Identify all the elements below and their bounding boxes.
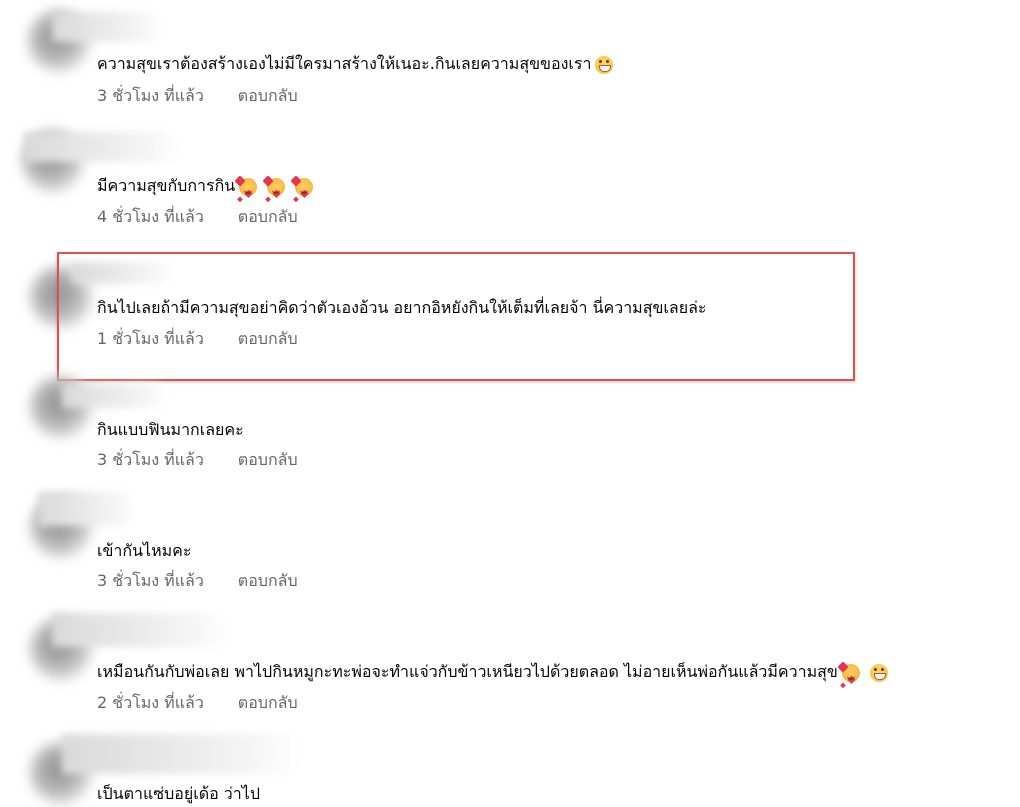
comment-meta: 3 ชั่วโมง ที่แล้ว ตอบกลับ (97, 448, 298, 473)
comment-body: เข้ากันไหมคะ (97, 541, 192, 560)
smiling-face-with-hearts-icon (841, 663, 860, 682)
comment-text: กินแบบฟินมากเลยคะ (97, 418, 244, 443)
reply-button[interactable]: ตอบกลับ (238, 205, 298, 230)
author-name-redacted (38, 492, 136, 526)
author-name-redacted (72, 262, 172, 284)
comment-text: เป็นตาแซ่บอยู่เด้อ ว่าไป (97, 782, 260, 807)
author-name-redacted (62, 384, 167, 408)
author-name-redacted (24, 132, 179, 162)
comment-meta: 2 ชั่วโมง ที่แล้ว ตอบกลับ (97, 691, 298, 716)
author-name-redacted (62, 734, 300, 774)
reply-button[interactable]: ตอบกลับ (238, 448, 298, 473)
comment-body: เป็นตาแซ่บอยู่เด้อ ว่าไป (97, 784, 260, 803)
comment-timestamp[interactable]: 3 ชั่วโมง ที่แล้ว (97, 448, 204, 473)
comment-text: เหมือนกันกับพ่อเลย พาไปกินหมูกะทะพ่อจะทำ… (97, 660, 888, 685)
reply-button[interactable]: ตอบกลับ (238, 84, 298, 109)
comment-timestamp[interactable]: 4 ชั่วโมง ที่แล้ว (97, 205, 204, 230)
comment-text: มีความสุขกับการกิน (97, 174, 314, 199)
reply-button[interactable]: ตอบกลับ (238, 569, 298, 594)
comment-body: เหมือนกันกับพ่อเลย พาไปกินหมูกะทะพ่อจะทำ… (97, 662, 838, 681)
comment-timestamp[interactable]: 3 ชั่วโมง ที่แล้ว (97, 84, 204, 109)
comment-meta: 1 ชั่วโมง ที่แล้ว ตอบกลับ (97, 327, 298, 352)
reply-button[interactable]: ตอบกลับ (238, 327, 298, 352)
comment-meta: 3 ชั่วโมง ที่แล้ว ตอบกลับ (97, 569, 298, 594)
author-name-redacted (52, 613, 227, 647)
comment-text: เข้ากันไหมคะ (97, 539, 191, 564)
author-name-redacted (52, 12, 162, 42)
comment-body: ความสุขเราต้องสร้างเองไม่มีใครมาสร้างให้… (97, 54, 592, 73)
comment-meta: 4 ชั่วโมง ที่แล้ว ตอบกลับ (97, 205, 298, 230)
comment-body: มีความสุขกับการกิน (97, 176, 236, 195)
comment-timestamp[interactable]: 3 ชั่วโมง ที่แล้ว (97, 569, 204, 594)
comment-timestamp[interactable]: 1 ชั่วโมง ที่แล้ว (97, 327, 204, 352)
smiling-face-with-hearts-icon (267, 177, 286, 196)
comment-meta: 3 ชั่วโมง ที่แล้ว ตอบกลับ (97, 84, 298, 109)
grin-emoji-icon (595, 55, 614, 74)
comment-body: กินไปเลยถ้ามีความสุขอย่าคิดว่าตัวเองอ้วน… (97, 298, 707, 317)
grin-emoji-icon (869, 663, 888, 682)
reply-button[interactable]: ตอบกลับ (238, 691, 298, 716)
comment-timestamp[interactable]: 2 ชั่วโมง ที่แล้ว (97, 691, 204, 716)
smiling-face-with-hearts-icon (295, 177, 314, 196)
comment-text: ความสุขเราต้องสร้างเองไม่มีใครมาสร้างให้… (97, 52, 614, 77)
comment-body: กินแบบฟินมากเลยคะ (97, 420, 244, 439)
smiling-face-with-hearts-icon (239, 177, 258, 196)
comment-text: กินไปเลยถ้ามีความสุขอย่าคิดว่าตัวเองอ้วน… (97, 296, 706, 321)
